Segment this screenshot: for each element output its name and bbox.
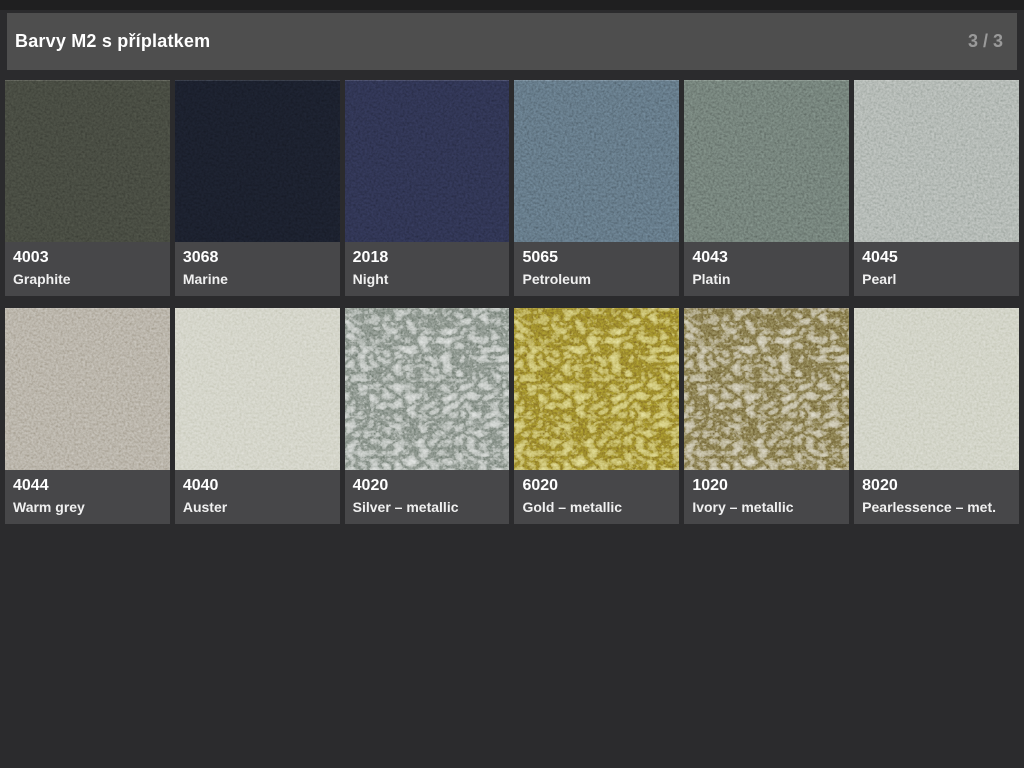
swatch-code: 6020 (522, 475, 671, 497)
swatch-texture (514, 308, 679, 470)
swatch-tile: 2018 Night (345, 80, 510, 296)
swatch-code: 4040 (183, 475, 332, 497)
swatch-tile: 4020 Silver – metallic (345, 308, 510, 524)
swatch-name: Marine (183, 269, 332, 289)
swatch-texture (684, 308, 849, 470)
metallic-grain-texture (514, 308, 679, 470)
swatch-texture (345, 308, 510, 470)
leather-grain-texture (854, 308, 1019, 470)
swatch-label: 2018 Night (345, 242, 510, 296)
swatch-label: 4020 Silver – metallic (345, 470, 510, 524)
swatch-name: Gold – metallic (522, 497, 671, 517)
swatch-code: 1020 (692, 475, 841, 497)
leather-grain-texture (684, 80, 849, 242)
swatch-texture (345, 80, 510, 242)
swatch-name: Auster (183, 497, 332, 517)
page-header: Barvy M2 s příplatkem 3 / 3 (7, 13, 1017, 70)
leather-grain-texture (5, 80, 170, 242)
swatch-grid: 4003 Graphite 3068 Marine 2018 (5, 80, 1019, 524)
swatch-name: Graphite (13, 269, 162, 289)
top-strip (0, 0, 1024, 10)
swatch-texture (5, 308, 170, 470)
swatch-code: 4043 (692, 247, 841, 269)
swatch-texture (175, 308, 340, 470)
swatch-name: Platin (692, 269, 841, 289)
swatch-texture (175, 80, 340, 242)
swatch-tile: 4003 Graphite (5, 80, 170, 296)
leather-grain-texture (5, 308, 170, 470)
page-indicator: 3 / 3 (968, 31, 1003, 52)
swatch-texture (514, 80, 679, 242)
swatch-texture (5, 80, 170, 242)
swatch-code: 8020 (862, 475, 1011, 497)
swatch-name: Pearlessence – met. (862, 497, 1011, 517)
swatch-name: Petroleum (522, 269, 671, 289)
swatch-label: 4045 Pearl (854, 242, 1019, 296)
swatch-name: Night (353, 269, 502, 289)
swatch-tile: 4044 Warm grey (5, 308, 170, 524)
swatch-tile: 4045 Pearl (854, 80, 1019, 296)
swatch-label: 8020 Pearlessence – met. (854, 470, 1019, 524)
swatch-tile: 4043 Platin (684, 80, 849, 296)
swatch-texture (854, 80, 1019, 242)
swatch-label: 4040 Auster (175, 470, 340, 524)
swatch-tile: 3068 Marine (175, 80, 340, 296)
swatch-code: 4045 (862, 247, 1011, 269)
swatch-code: 2018 (353, 247, 502, 269)
catalog-page: Barvy M2 s příplatkem 3 / 3 4003 Graphit… (0, 0, 1024, 524)
swatch-label: 6020 Gold – metallic (514, 470, 679, 524)
swatch-label: 4003 Graphite (5, 242, 170, 296)
swatch-tile: 1020 Ivory – metallic (684, 308, 849, 524)
swatch-code: 4003 (13, 247, 162, 269)
swatch-name: Warm grey (13, 497, 162, 517)
swatch-label: 4043 Platin (684, 242, 849, 296)
metallic-grain-texture (684, 308, 849, 470)
swatch-texture (684, 80, 849, 242)
swatch-label: 1020 Ivory – metallic (684, 470, 849, 524)
page-title: Barvy M2 s příplatkem (15, 31, 210, 52)
leather-grain-texture (514, 80, 679, 242)
swatch-code: 5065 (522, 247, 671, 269)
leather-grain-texture (175, 80, 340, 242)
swatch-tile: 4040 Auster (175, 308, 340, 524)
swatch-code: 3068 (183, 247, 332, 269)
swatch-tile: 8020 Pearlessence – met. (854, 308, 1019, 524)
swatch-code: 4044 (13, 475, 162, 497)
swatch-label: 5065 Petroleum (514, 242, 679, 296)
leather-grain-texture (175, 308, 340, 470)
swatch-tile: 5065 Petroleum (514, 80, 679, 296)
swatch-label: 4044 Warm grey (5, 470, 170, 524)
swatch-code: 4020 (353, 475, 502, 497)
swatch-label: 3068 Marine (175, 242, 340, 296)
swatch-texture (854, 308, 1019, 470)
metallic-grain-texture (345, 308, 510, 470)
swatch-name: Silver – metallic (353, 497, 502, 517)
leather-grain-texture (854, 80, 1019, 242)
swatch-name: Ivory – metallic (692, 497, 841, 517)
swatch-tile: 6020 Gold – metallic (514, 308, 679, 524)
swatch-name: Pearl (862, 269, 1011, 289)
leather-grain-texture (345, 80, 510, 242)
